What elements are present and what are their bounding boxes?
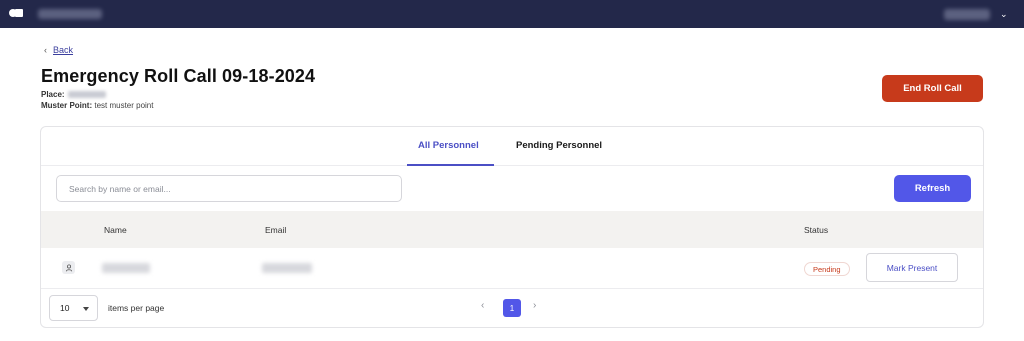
logo-square <box>15 9 23 17</box>
column-header-name: Name <box>104 225 127 235</box>
items-per-page-label: items per page <box>108 303 165 313</box>
table-row: Pending Mark Present <box>41 248 983 289</box>
place-info: Place: <box>41 90 106 99</box>
end-roll-call-button[interactable]: End Roll Call <box>882 75 983 102</box>
organization-name-redacted <box>38 9 102 19</box>
chevron-left-icon: ‹ <box>44 45 47 55</box>
refresh-button[interactable]: Refresh <box>894 175 971 202</box>
muster-point-value: test muster point <box>94 101 154 110</box>
items-per-page-value: 10 <box>60 303 70 313</box>
personnel-tabs: All Personnel Pending Personnel <box>41 127 983 166</box>
place-label: Place: <box>41 90 65 99</box>
previous-page-icon[interactable]: ‹ <box>481 300 484 311</box>
back-link-label: Back <box>53 45 74 55</box>
caret-down-icon <box>83 307 89 311</box>
tab-all-personnel[interactable]: All Personnel <box>418 140 479 151</box>
table-header: Name Email Status <box>41 211 983 248</box>
pagination-bar: 10 items per page ‹ 1 › <box>41 289 983 327</box>
person-icon <box>62 261 75 274</box>
tab-pending-personnel[interactable]: Pending Personnel <box>516 140 602 151</box>
mark-present-button[interactable]: Mark Present <box>866 253 958 282</box>
personnel-email-redacted <box>262 263 312 273</box>
column-header-email: Email <box>265 225 287 235</box>
column-header-status: Status <box>804 225 829 235</box>
chevron-down-icon[interactable]: ⌄ <box>1000 7 1008 21</box>
search-input[interactable] <box>56 175 402 202</box>
back-link[interactable]: ‹ Back <box>44 45 73 55</box>
active-tab-indicator <box>407 164 494 166</box>
status-badge: Pending <box>804 262 850 276</box>
brand-logo-icon[interactable] <box>9 9 23 17</box>
current-page-button[interactable]: 1 <box>503 299 521 317</box>
top-navigation-bar: ⌄ <box>0 0 1024 28</box>
personnel-card: All Personnel Pending Personnel Refresh … <box>40 126 984 328</box>
user-name-redacted[interactable] <box>944 9 990 20</box>
personnel-name-redacted <box>102 263 150 273</box>
muster-point-info: Muster Point: test muster point <box>41 101 153 110</box>
muster-point-label: Muster Point: <box>41 101 93 110</box>
page-title: Emergency Roll Call 09-18-2024 <box>41 66 316 86</box>
next-page-icon[interactable]: › <box>533 300 536 311</box>
place-value-redacted <box>67 91 106 99</box>
items-per-page-select[interactable]: 10 <box>49 295 98 321</box>
